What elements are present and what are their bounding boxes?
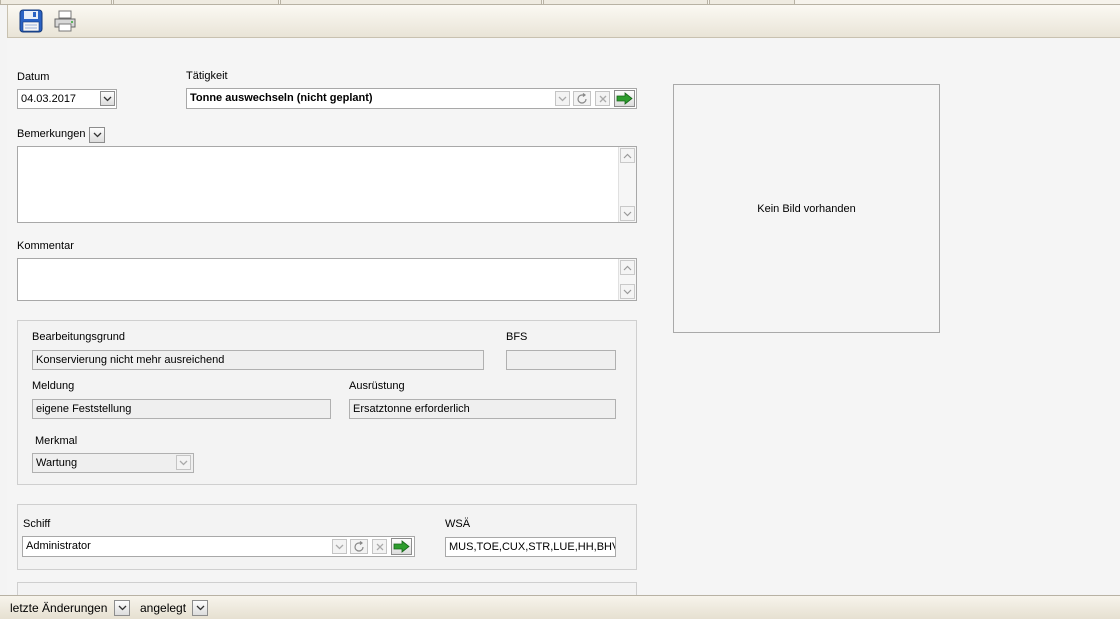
tab-2[interactable]	[113, 0, 279, 4]
image-placeholder: Kein Bild vorhanden	[673, 84, 940, 333]
chevron-down-icon	[103, 96, 112, 101]
bearbeitungsgrund-value: Konservierung nicht mehr ausreichend	[36, 354, 225, 366]
schiff-label: Schiff	[23, 518, 51, 530]
schiff-refresh-button[interactable]	[350, 539, 368, 554]
status-bar: letzte Änderungen angelegt	[0, 595, 1120, 619]
chevron-down-icon	[196, 605, 204, 611]
merkmal-dropdown-button[interactable]	[176, 455, 191, 470]
ausruestung-value: Ersatztonne erforderlich	[353, 403, 470, 415]
merkmal-combobox[interactable]: Wartung	[32, 453, 194, 473]
bemerkungen-label: Bemerkungen	[17, 128, 86, 140]
scroll-up-button[interactable]	[620, 148, 635, 163]
print-button[interactable]	[53, 9, 77, 33]
kommentar-scrollbar[interactable]	[618, 259, 636, 300]
bfs-field	[506, 350, 616, 370]
taetigkeit-label: Tätigkeit	[186, 70, 228, 82]
ausruestung-field: Ersatztonne erforderlich	[349, 399, 616, 419]
merkmal-label: Merkmal	[35, 435, 78, 447]
ausruestung-label: Ausrüstung	[349, 380, 405, 392]
tab-3[interactable]	[280, 0, 542, 4]
kommentar-label: Kommentar	[17, 240, 74, 252]
merkmal-value: Wartung	[36, 457, 78, 469]
meldung-field: eigene Feststellung	[32, 399, 331, 419]
bfs-label: BFS	[506, 331, 528, 343]
bemerkungen-dropdown-button[interactable]	[89, 127, 105, 143]
schiff-clear-button[interactable]	[372, 539, 387, 554]
scroll-down-button[interactable]	[620, 284, 635, 299]
chevron-down-icon	[93, 132, 101, 138]
meldung-label: Meldung	[32, 380, 75, 392]
datum-label: Datum	[17, 71, 50, 83]
wsa-label: WSÄ	[445, 518, 471, 530]
schiff-dropdown-button[interactable]	[332, 539, 347, 554]
bemerkungen-scrollbar[interactable]	[618, 147, 636, 222]
tab-1[interactable]	[0, 0, 112, 4]
wsa-value: MUS,TOE,CUX,STR,LUE,HH,BHV,W	[449, 541, 616, 553]
chevron-down-icon	[623, 211, 632, 216]
scroll-down-button[interactable]	[620, 206, 635, 221]
tab-5[interactable]	[709, 0, 795, 4]
last-changes-label: letzte Änderungen	[10, 601, 108, 615]
chevron-down-icon	[179, 460, 188, 465]
taetigkeit-dropdown-button[interactable]	[555, 91, 570, 106]
save-button[interactable]	[19, 9, 43, 33]
last-changes-dropdown-button[interactable]	[114, 600, 130, 616]
scroll-up-button[interactable]	[620, 260, 635, 275]
schiff-value: Administrator	[26, 540, 91, 552]
wsa-field[interactable]: MUS,TOE,CUX,STR,LUE,HH,BHV,W	[445, 537, 616, 557]
taetigkeit-value: Tonne auswechseln (nicht geplant)	[190, 92, 373, 104]
chevron-up-icon	[623, 265, 632, 270]
taetigkeit-clear-button[interactable]	[595, 91, 610, 106]
chevron-down-icon	[118, 605, 126, 611]
bemerkungen-textarea[interactable]	[17, 146, 637, 223]
extra-groupbox	[17, 582, 637, 596]
tab-4[interactable]	[543, 0, 708, 4]
bearbeitungsgrund-field: Konservierung nicht mehr ausreichend	[32, 350, 484, 370]
chevron-up-icon	[623, 153, 632, 158]
taetigkeit-goto-button[interactable]	[614, 90, 635, 107]
close-icon	[599, 95, 606, 102]
arrow-right-icon	[393, 540, 410, 553]
chevron-down-icon	[623, 289, 632, 294]
kommentar-textarea[interactable]	[17, 258, 637, 301]
image-placeholder-text: Kein Bild vorhanden	[757, 202, 856, 215]
close-icon	[376, 543, 383, 550]
chevron-down-icon	[558, 96, 567, 101]
chevron-down-icon	[335, 544, 344, 549]
bearbeitungsgrund-label: Bearbeitungsgrund	[32, 331, 125, 343]
created-dropdown-button[interactable]	[192, 600, 208, 616]
meldung-value: eigene Feststellung	[36, 403, 132, 415]
printer-icon	[54, 10, 76, 32]
datum-value: 04.03.2017	[21, 93, 77, 105]
created-label: angelegt	[140, 601, 187, 615]
floppy-disk-icon	[19, 9, 43, 33]
datum-dropdown-button[interactable]	[100, 91, 115, 106]
schiff-goto-button[interactable]	[391, 538, 412, 555]
refresh-icon	[354, 540, 364, 552]
arrow-right-icon	[616, 92, 633, 105]
refresh-icon	[577, 92, 587, 104]
taetigkeit-refresh-button[interactable]	[573, 91, 591, 106]
toolbar	[7, 5, 1120, 38]
